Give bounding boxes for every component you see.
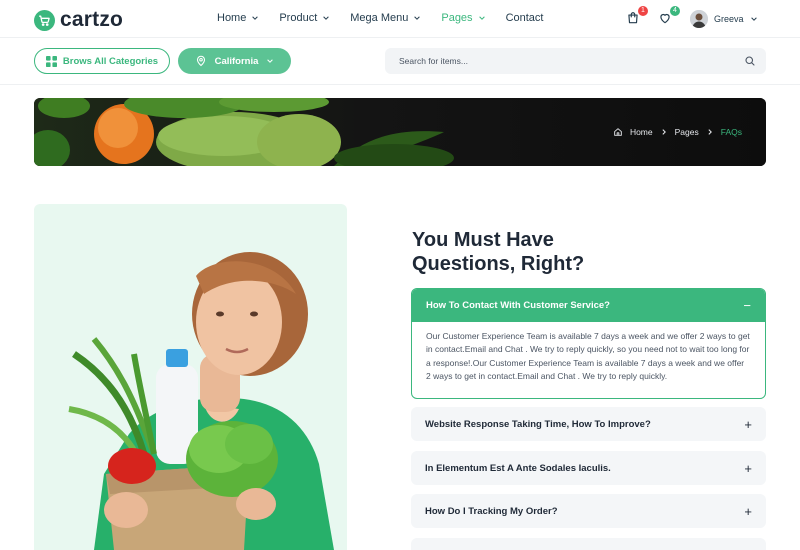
location-select[interactable]: California bbox=[178, 48, 291, 74]
page-banner: Home Pages FAQs bbox=[34, 98, 766, 166]
nav-mega-menu-label: Mega Menu bbox=[350, 12, 409, 24]
nav-contact-label: Contact bbox=[505, 12, 544, 24]
chevron-down-icon bbox=[267, 59, 274, 63]
map-pin-icon bbox=[196, 55, 205, 67]
plus-icon[interactable]: + bbox=[744, 504, 752, 519]
faq-question: In Elementum Est A Ante Sodales Iaculis. bbox=[425, 462, 611, 474]
user-name: Greeva bbox=[714, 14, 744, 24]
chevron-right-icon bbox=[662, 129, 666, 135]
grid-icon bbox=[45, 55, 57, 67]
chevron-down-icon bbox=[323, 16, 330, 20]
wishlist-button[interactable]: 4 bbox=[658, 6, 680, 27]
wishlist-count-badge: 4 bbox=[670, 6, 680, 16]
title-line-2: Questions, Right? bbox=[412, 253, 585, 275]
minus-icon[interactable]: − bbox=[743, 298, 751, 313]
chevron-down-icon bbox=[414, 16, 421, 20]
breadcrumb-home[interactable]: Home bbox=[630, 127, 653, 137]
nav-contact[interactable]: Contact bbox=[506, 12, 544, 24]
woman-with-groceries-image bbox=[68, 252, 334, 550]
user-menu[interactable]: Greeva bbox=[690, 10, 758, 28]
breadcrumb: Home Pages FAQs bbox=[613, 127, 742, 137]
browse-categories-button[interactable]: Brows All Categories bbox=[34, 48, 170, 74]
faq-question: How To Contact With Customer Service? bbox=[426, 300, 610, 311]
breadcrumb-current: FAQs bbox=[720, 127, 742, 137]
search-bar bbox=[385, 48, 766, 74]
chevron-down-icon bbox=[478, 16, 485, 20]
cart-button[interactable]: 1 bbox=[626, 6, 648, 27]
faq-illustration bbox=[34, 204, 347, 550]
search-icon[interactable] bbox=[744, 55, 756, 67]
search-input[interactable] bbox=[399, 56, 744, 66]
faq-question: Website Response Taking Time, How To Imp… bbox=[425, 418, 651, 430]
chevron-down-icon bbox=[750, 17, 757, 21]
nav-product[interactable]: Product bbox=[279, 12, 330, 24]
nav-pages[interactable]: Pages bbox=[441, 12, 485, 24]
main-nav: Home Product Mega Menu Pages Contact bbox=[217, 12, 563, 24]
faq-item-partial[interactable] bbox=[411, 538, 766, 550]
logo[interactable]: cartzo bbox=[34, 8, 123, 32]
title-line-1: You Must Have bbox=[412, 229, 554, 251]
page-title: You Must Have Questions, Right? bbox=[412, 228, 672, 276]
nav-home-label: Home bbox=[217, 12, 247, 24]
faq-answer: Our Customer Experience Team is availabl… bbox=[426, 331, 750, 381]
top-header: cartzo Home Product Mega Menu Pages Cont… bbox=[0, 0, 800, 38]
home-icon bbox=[614, 128, 622, 136]
faq-item[interactable]: In Elementum Est A Ante Sodales Iaculis.… bbox=[411, 451, 766, 485]
plus-icon[interactable]: + bbox=[744, 417, 752, 432]
nav-pages-label: Pages bbox=[441, 12, 473, 24]
faq-question: How Do I Tracking My Order? bbox=[425, 505, 558, 517]
header-actions: 1 4 Greeva bbox=[626, 6, 758, 28]
nav-mega-menu[interactable]: Mega Menu bbox=[350, 12, 421, 24]
chevron-down-icon bbox=[252, 16, 259, 20]
plus-icon[interactable]: + bbox=[744, 461, 752, 476]
faq-item[interactable]: How Do I Tracking My Order? + bbox=[411, 494, 766, 528]
breadcrumb-pages[interactable]: Pages bbox=[675, 127, 699, 137]
cart-count-badge: 1 bbox=[638, 6, 648, 16]
browse-categories-label: Brows All Categories bbox=[62, 55, 159, 67]
faq-item-open: How To Contact With Customer Service? − … bbox=[411, 288, 766, 399]
cart-logo-icon bbox=[34, 9, 55, 31]
nav-home[interactable]: Home bbox=[217, 12, 259, 24]
faq-question-toggle[interactable]: How To Contact With Customer Service? − bbox=[412, 289, 765, 322]
brand-name: cartzo bbox=[60, 8, 124, 31]
avatar bbox=[690, 10, 708, 28]
chevron-right-icon bbox=[708, 129, 712, 135]
location-label: California bbox=[214, 55, 259, 67]
nav-product-label: Product bbox=[279, 12, 318, 24]
faq-item[interactable]: Website Response Taking Time, How To Imp… bbox=[411, 407, 766, 441]
